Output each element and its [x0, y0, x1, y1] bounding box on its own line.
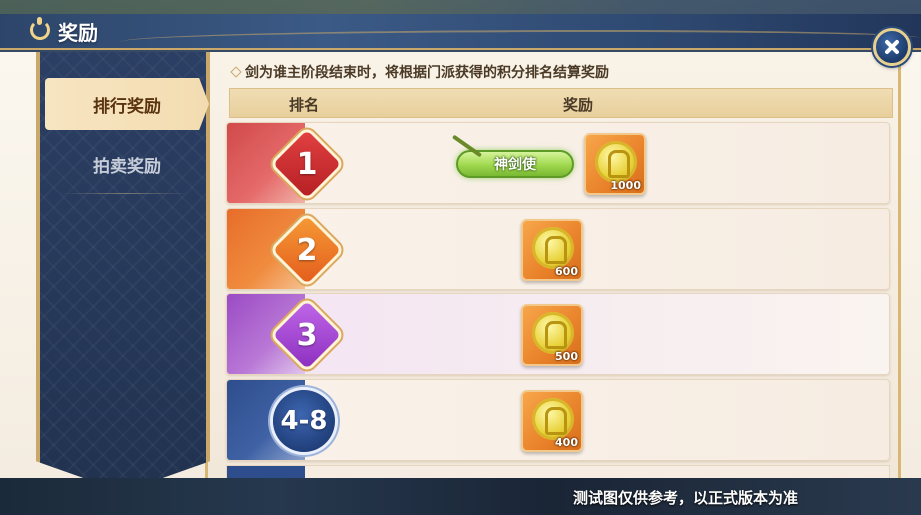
- coin-count: 500: [555, 350, 578, 363]
- sword-icon: [451, 134, 483, 158]
- table-row-partial: [226, 465, 890, 478]
- gold-coin-icon: [532, 312, 574, 354]
- rank-label: 3: [296, 317, 318, 353]
- moon-swirl-icon: [30, 17, 50, 40]
- description-text: 剑为谁主阶段结束时，将根据门派获得的积分排名结算奖励: [245, 65, 609, 81]
- column-header-rank: 排名: [289, 96, 320, 114]
- tab-ranking-reward[interactable]: 排行奖励: [45, 78, 209, 130]
- title-reward-badge[interactable]: 神剑使: [451, 134, 574, 178]
- gold-coin-icon: [532, 398, 574, 440]
- table-row: 1 神剑使 1000: [226, 122, 890, 204]
- coin-reward-item[interactable]: 400: [521, 390, 583, 452]
- table-row: 2 600: [226, 208, 890, 290]
- gold-coin-icon: [595, 141, 637, 183]
- tab-auction-reward[interactable]: 拍卖奖励: [45, 138, 209, 190]
- coin-reward-item[interactable]: 600: [521, 219, 583, 281]
- gold-coin-icon: [532, 227, 574, 269]
- table-row: 3 500: [226, 293, 890, 375]
- coin-count: 1000: [610, 179, 641, 192]
- table-row: 4-8 400: [226, 379, 890, 461]
- rank-label: 4-8: [280, 406, 328, 436]
- close-icon[interactable]: [873, 28, 911, 66]
- coin-count: 600: [555, 265, 578, 278]
- page-title: 奖励: [58, 21, 98, 45]
- tab-divider: [60, 193, 190, 194]
- rank-label: 2: [296, 232, 318, 268]
- table-header: [229, 88, 893, 118]
- disclaimer-text: 测试图仅供参考，以正式版本为准: [573, 489, 799, 507]
- coin-reward-item[interactable]: 500: [521, 304, 583, 366]
- column-header-reward: 奖励: [563, 96, 594, 114]
- coin-count: 400: [555, 436, 578, 449]
- coin-reward-item[interactable]: 1000: [584, 133, 646, 195]
- row-accent: [227, 466, 305, 478]
- title-reward-label: 神剑使: [494, 157, 536, 173]
- rank-label: 1: [296, 146, 318, 182]
